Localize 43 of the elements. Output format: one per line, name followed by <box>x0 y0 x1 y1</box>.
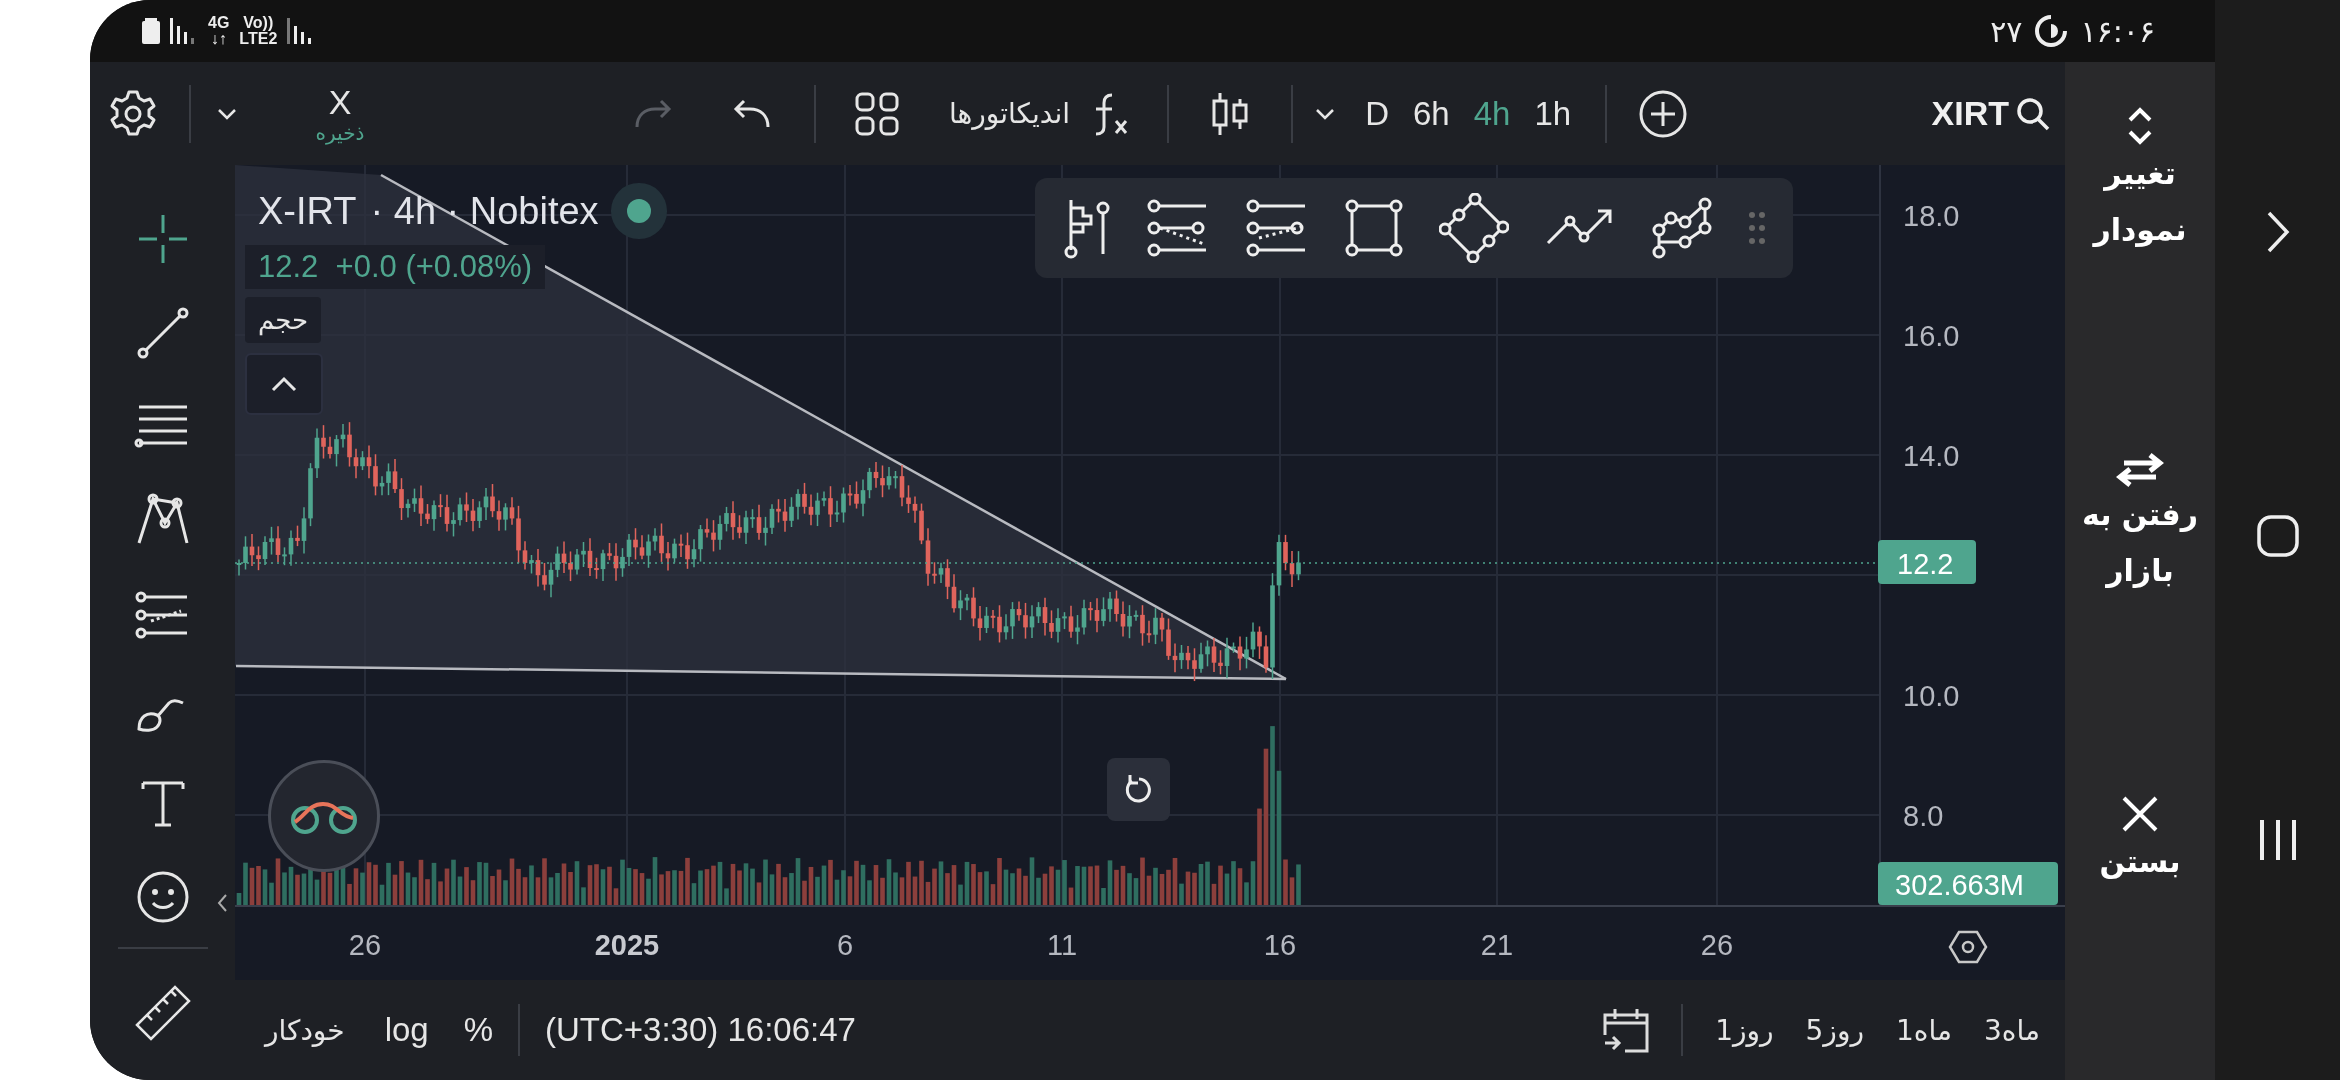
interval-tab[interactable]: D <box>1359 86 1395 141</box>
layout-name: X <box>328 82 352 121</box>
side-action-button[interactable]: تغییر نمودار <box>2070 106 2210 258</box>
indicators-button[interactable]: اندیکاتورها <box>949 83 1133 144</box>
price-label: 16.0 <box>1903 320 1960 352</box>
volume-label: حجم <box>245 297 322 343</box>
interval-tab[interactable]: 6h <box>1407 86 1456 141</box>
price-label: 10.0 <box>1903 680 1960 712</box>
date-label: 11 <box>1046 929 1078 961</box>
interval-tab[interactable]: 1h <box>1528 86 1578 141</box>
volte-label: Vo)) <box>243 15 274 31</box>
date-label: 2025 <box>594 929 660 961</box>
symbol-title: X-IRT <box>258 189 357 233</box>
side-action-button[interactable]: بستن <box>2070 794 2210 890</box>
date-label: 6 <box>836 929 854 961</box>
range-button[interactable]: 1ماه <box>1895 1013 1952 1047</box>
range-button[interactable]: 5روز <box>1805 1013 1864 1047</box>
side-action-button[interactable]: رفتن به بازار <box>2070 453 2210 599</box>
network-type: 4G <box>208 15 230 31</box>
date-label: 21 <box>1480 929 1514 961</box>
price-label: 14.0 <box>1903 440 1960 472</box>
log-scale-toggle[interactable]: log <box>384 1011 429 1049</box>
percent-scale-toggle[interactable]: % <box>463 1011 493 1049</box>
symbol-details: · 4h · Nobitex <box>370 189 599 233</box>
volume-badge: 302.663M <box>1878 862 2058 905</box>
date-label: 16 <box>1263 929 1297 961</box>
status-time: ۱۶:۰۶ <box>2080 13 2155 49</box>
last-price-badge: 12.2 <box>1878 540 1976 584</box>
price-label: 8.0 <box>1903 800 1944 832</box>
lte-label: LTE2 <box>239 31 278 47</box>
interval-tab[interactable]: 4h <box>1467 86 1517 141</box>
range-button[interactable]: 3ماه <box>1983 1013 2040 1047</box>
range-button[interactable]: 1روز <box>1715 1013 1774 1047</box>
save-label: ذخیره <box>315 120 365 145</box>
price-label: 18.0 <box>1903 200 1960 232</box>
price-change: 12.2 +0.0 (+0.08%) <box>245 245 546 289</box>
symbol-search-button[interactable]: XIRT <box>1931 94 2051 133</box>
status-date: ۲۷ <box>1990 13 2023 49</box>
date-label: 26 <box>1700 929 1734 961</box>
timezone-label[interactable]: (UTC+3:30) 16:06:47 <box>545 1011 856 1049</box>
date-label: 26 <box>348 929 382 961</box>
data-arrows: ↓↑ <box>210 31 227 47</box>
auto-scale-toggle[interactable]: خودکار <box>265 1013 345 1047</box>
